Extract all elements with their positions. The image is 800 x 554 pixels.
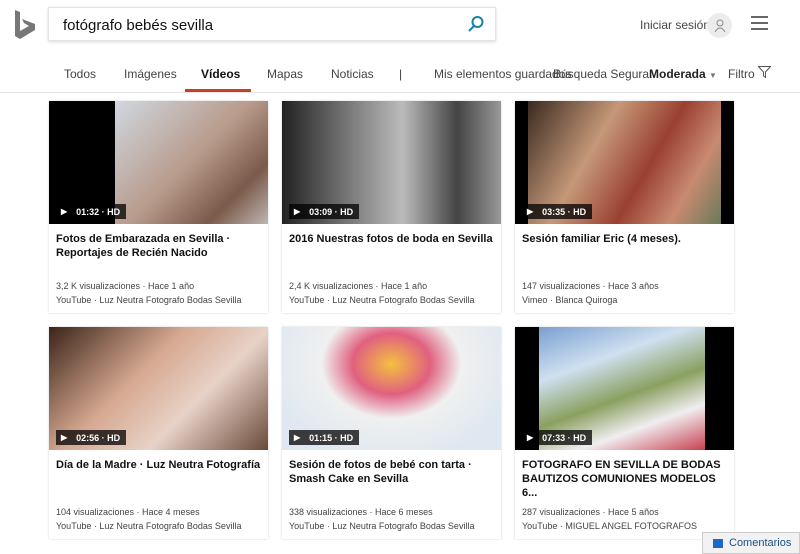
play-icon: ▶ bbox=[61, 207, 68, 216]
safe-search-label: Búsqueda Segura: bbox=[553, 67, 653, 81]
duration: 02:56 · HD bbox=[76, 432, 121, 443]
nav-divider bbox=[0, 92, 800, 93]
play-icon: ▶ bbox=[294, 433, 301, 442]
tab-noticias[interactable]: Noticias bbox=[331, 67, 374, 81]
duration: 03:09 · HD bbox=[309, 206, 354, 217]
caret-down-icon: ▼ bbox=[709, 71, 717, 80]
video-title[interactable]: Sesión de fotos de bebé con tarta · Smas… bbox=[289, 458, 494, 486]
video-stats: 287 visualizaciones · Hace 5 años bbox=[522, 507, 659, 517]
bing-logo[interactable] bbox=[14, 10, 36, 40]
video-source: YouTube · Luz Neutra Fotografo Bodas Sev… bbox=[56, 295, 242, 305]
video-stats: 147 visualizaciones · Hace 3 años bbox=[522, 281, 659, 291]
play-icon: ▶ bbox=[294, 207, 301, 216]
video-card[interactable]: ▶ 03:09 · HD 2016 Nuestras fotos de boda … bbox=[282, 101, 501, 313]
search-input[interactable] bbox=[63, 14, 453, 36]
hamburger-menu-icon[interactable] bbox=[751, 16, 768, 30]
duration-badge: ▶ 03:35 · HD bbox=[522, 204, 593, 219]
duration: 03:35 · HD bbox=[542, 206, 587, 217]
video-card[interactable]: ▶ 01:15 · HD Sesión de fotos de bebé con … bbox=[282, 327, 501, 539]
search-icon[interactable] bbox=[467, 15, 485, 33]
filter-label: Filtro bbox=[728, 67, 755, 81]
duration-badge: ▶ 02:56 · HD bbox=[56, 430, 127, 445]
video-source: YouTube · Luz Neutra Fotografo Bodas Sev… bbox=[56, 521, 242, 531]
search-box[interactable] bbox=[48, 7, 496, 41]
duration-badge: ▶ 01:15 · HD bbox=[289, 430, 360, 445]
video-card[interactable]: ▶ 03:35 · HD Sesión familiar Eric (4 mese… bbox=[515, 101, 734, 313]
video-stats: 338 visualizaciones · Hace 6 meses bbox=[289, 507, 433, 517]
filter-icon bbox=[757, 66, 772, 79]
video-title[interactable]: Sesión familiar Eric (4 meses). bbox=[522, 232, 727, 246]
saved-items-link[interactable]: Mis elementos guardados bbox=[434, 67, 571, 81]
video-stats: 2,4 K visualizaciones · Hace 1 año bbox=[289, 281, 428, 291]
video-thumbnail[interactable]: ▶ 03:09 · HD bbox=[282, 101, 501, 224]
video-title[interactable]: Fotos de Embarazada en Sevilla · Reporta… bbox=[56, 232, 261, 260]
duration-badge: ▶ 03:09 · HD bbox=[289, 204, 360, 219]
duration: 01:32 · HD bbox=[76, 206, 121, 217]
duration-badge: ▶ 07:33 · HD bbox=[522, 430, 593, 445]
video-source: YouTube · Luz Neutra Fotografo Bodas Sev… bbox=[289, 295, 475, 305]
signin-link[interactable]: Iniciar sesión bbox=[640, 18, 710, 32]
video-thumbnail[interactable]: ▶ 01:32 · HD bbox=[49, 101, 268, 224]
video-stats: 104 visualizaciones · Hace 4 meses bbox=[56, 507, 200, 517]
feedback-label: Comentarios bbox=[729, 537, 792, 549]
video-card[interactable]: ▶ 02:56 · HD Día de la Madre · Luz Neutra… bbox=[49, 327, 268, 539]
video-title[interactable]: FOTOGRAFO EN SEVILLA DE BODAS BAUTIZOS C… bbox=[522, 458, 727, 500]
play-icon: ▶ bbox=[527, 207, 534, 216]
video-source: Vimeo · Blanca Quiroga bbox=[522, 295, 618, 305]
user-avatar-icon[interactable] bbox=[707, 13, 732, 38]
tab-imagenes[interactable]: Imágenes bbox=[124, 67, 177, 81]
video-title[interactable]: 2016 Nuestras fotos de boda en Sevilla bbox=[289, 232, 494, 246]
safe-search-value: Moderada bbox=[649, 67, 706, 81]
nav-separator: | bbox=[399, 67, 403, 81]
video-source: YouTube · Luz Neutra Fotografo Bodas Sev… bbox=[289, 521, 475, 531]
duration: 01:15 · HD bbox=[309, 432, 354, 443]
thumbnail-image bbox=[115, 101, 268, 224]
video-thumbnail[interactable]: ▶ 01:15 · HD bbox=[282, 327, 501, 450]
filter-button[interactable]: Filtro bbox=[728, 66, 772, 81]
play-icon: ▶ bbox=[527, 433, 534, 442]
video-thumbnail[interactable]: ▶ 03:35 · HD bbox=[515, 101, 734, 224]
video-stats: 3,2 K visualizaciones · Hace 1 año bbox=[56, 281, 195, 291]
video-title[interactable]: Día de la Madre · Luz Neutra Fotografía bbox=[56, 458, 261, 472]
comment-icon bbox=[713, 538, 723, 548]
duration-badge: ▶ 01:32 · HD bbox=[56, 204, 127, 219]
tab-todos[interactable]: Todos bbox=[64, 67, 96, 81]
video-card[interactable]: ▶ 07:33 · HD FOTOGRAFO EN SEVILLA DE BODA… bbox=[515, 327, 734, 539]
safe-search-dropdown[interactable]: Moderada ▼ bbox=[649, 67, 717, 81]
video-card[interactable]: ▶ 01:32 · HD Fotos de Embarazada en Sevil… bbox=[49, 101, 268, 313]
tab-mapas[interactable]: Mapas bbox=[267, 67, 303, 81]
feedback-button[interactable]: Comentarios bbox=[702, 532, 800, 554]
video-thumbnail[interactable]: ▶ 02:56 · HD bbox=[49, 327, 268, 450]
play-icon: ▶ bbox=[61, 433, 68, 442]
tab-videos[interactable]: Vídeos bbox=[201, 67, 240, 81]
video-thumbnail[interactable]: ▶ 07:33 · HD bbox=[515, 327, 734, 450]
video-source: YouTube · MIGUEL ANGEL FOTOGRAFOS bbox=[522, 521, 698, 531]
duration: 07:33 · HD bbox=[542, 432, 587, 443]
